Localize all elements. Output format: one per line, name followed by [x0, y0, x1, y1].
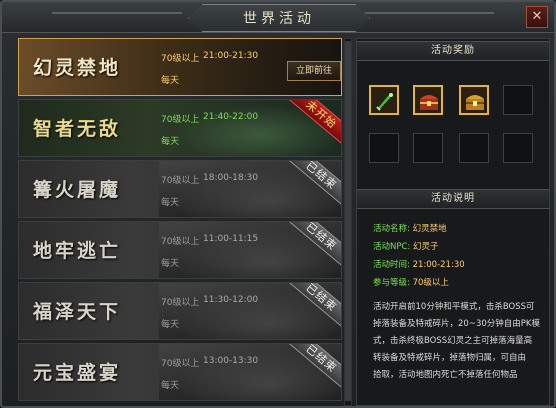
activity-time: 21:40-22:00 [203, 112, 259, 122]
activity-time: 13:00-13:30 [203, 356, 259, 366]
title-decoration-left [52, 12, 182, 14]
activity-name: 篝火屠魔 [33, 179, 122, 201]
title-decoration-right [364, 12, 494, 14]
activity-level: 70级以上 [161, 298, 200, 308]
activity-frequency: 每天 [161, 259, 180, 269]
activity-time-line: 活动时间: 21:00-21:30 [373, 259, 465, 271]
green-sword-icon [374, 90, 396, 112]
activity-time-label: 活动时间: [373, 260, 410, 270]
activity-name-line: 活动名称: 幻灵禁地 [373, 223, 447, 235]
activity-npc-label: 活动NPC: [373, 242, 411, 252]
activity-row[interactable]: 地牢逃亡 70级以上 11:00-11:15 每天 已结束 [18, 221, 342, 279]
description-text-line: 掉落装备及特戒碎片，20~30分钟自由PK模 [373, 319, 540, 329]
title-plate: 世界活动 [188, 4, 370, 32]
activity-row[interactable]: 智者无敌 70级以上 21:40-22:00 每天 未开始 [18, 99, 342, 157]
activity-level: 70级以上 [161, 359, 200, 369]
activity-list-scrollbar[interactable] [344, 38, 352, 406]
go-now-button[interactable]: 立即前往 [287, 61, 341, 81]
activity-row[interactable]: 元宝盛宴 70级以上 13:00-13:30 每天 已结束 [18, 343, 342, 401]
activity-frequency: 每天 [161, 198, 180, 208]
window-title: 世界活动 [243, 11, 315, 27]
description-header: 活动说明 [357, 189, 549, 209]
activity-frequency: 每天 [161, 137, 180, 147]
activity-name: 福泽天下 [33, 301, 122, 323]
activity-level: 70级以上 [161, 54, 200, 64]
activity-name: 元宝盛宴 [33, 362, 122, 384]
reward-slot[interactable] [459, 133, 489, 163]
reward-slot[interactable] [503, 85, 533, 115]
reward-slot[interactable] [413, 85, 443, 115]
gold-chest-icon [464, 90, 486, 112]
activity-row[interactable]: 福泽天下 70级以上 11:30-12:00 每天 已结束 [18, 282, 342, 340]
activity-frequency: 每天 [161, 76, 180, 86]
close-button[interactable]: ✕ [526, 6, 548, 28]
activity-npc-line: 活动NPC: 幻灵子 [373, 241, 439, 253]
activity-row[interactable]: 篝火屠魔 70级以上 18:00-18:30 每天 已结束 [18, 160, 342, 218]
activity-frequency: 每天 [161, 381, 180, 391]
activity-list: 幻灵禁地 70级以上 21:00-21:30 每天 立即前往 智者无敌 70级以上 21:40… [18, 38, 342, 406]
activity-name: 幻灵禁地 [33, 57, 122, 79]
activity-name-value: 幻灵禁地 [412, 224, 447, 234]
activity-time: 18:00-18:30 [203, 173, 259, 183]
reward-slot[interactable] [369, 133, 399, 163]
activity-time: 21:00-21:30 [203, 51, 259, 61]
reward-slot[interactable] [369, 85, 399, 115]
reward-slot[interactable] [503, 133, 533, 163]
description-text-line: 拾取，活动地图内死亡不掉落任何物品 [373, 370, 518, 380]
activity-name: 智者无敌 [33, 118, 122, 140]
description-text-line: 转装备及特戒碎片，掉落物归属，可自由 [373, 353, 527, 363]
activity-level: 70级以上 [161, 115, 200, 125]
description-text-line: 式，击杀终极BOSS幻灵之主可掉落海量高 [373, 336, 533, 346]
red-chest-icon [418, 90, 440, 112]
description-text-line: 活动开启前10分钟和平模式，击杀BOSS可 [373, 302, 535, 312]
activity-level: 70级以上 [161, 237, 200, 247]
activity-npc-value: 幻灵子 [413, 242, 439, 252]
activity-level-line: 参与等级: 70级以上 [373, 277, 449, 289]
scrollbar-thumb[interactable] [345, 41, 351, 401]
activity-name: 地牢逃亡 [33, 240, 122, 262]
activity-level-label: 参与等级: [373, 278, 410, 288]
activity-frequency: 每天 [161, 320, 180, 330]
activity-row[interactable]: 幻灵禁地 70级以上 21:00-21:30 每天 立即前往 [18, 38, 342, 96]
activity-name-label: 活动名称: [373, 224, 410, 234]
reward-slot[interactable] [459, 85, 489, 115]
activity-time-value: 21:00-21:30 [412, 260, 465, 270]
activity-detail-panel: 活动奖励 活动说明 活动名称: 幻灵禁地 活动NPC: 幻灵子 活动时间: 21… [356, 38, 550, 406]
activity-level-value: 70级以上 [412, 278, 449, 288]
activity-time: 11:30-12:00 [203, 295, 259, 305]
title-bar: 世界活动 ✕ [2, 2, 554, 33]
activity-time: 11:00-11:15 [203, 234, 259, 244]
rewards-header: 活动奖励 [357, 41, 549, 61]
world-activity-window: 世界活动 ✕ 幻灵禁地 70级以上 21:00-21:30 每天 立即前往 智者无敌 70级… [0, 0, 556, 408]
reward-slot[interactable] [413, 133, 443, 163]
activity-level: 70级以上 [161, 176, 200, 186]
